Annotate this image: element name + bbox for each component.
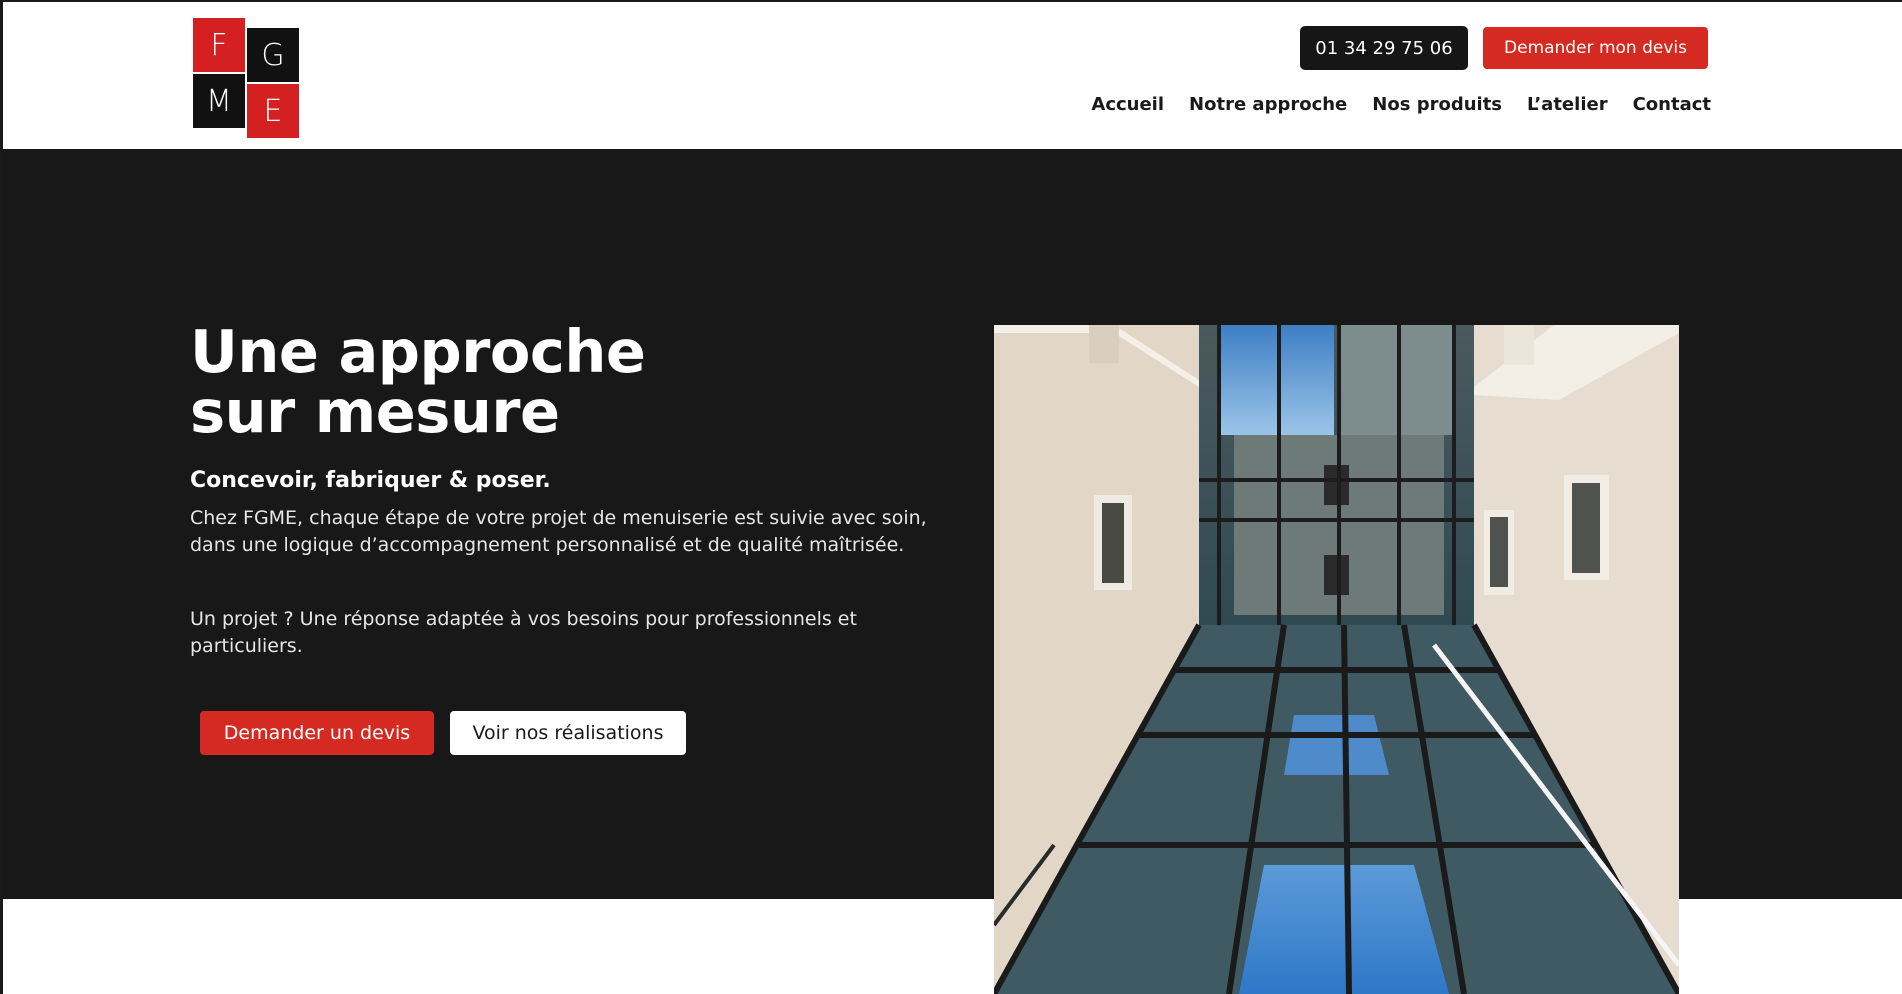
logo-letter-m: M: [193, 74, 245, 128]
request-quote-cta[interactable]: Demander un devis: [200, 711, 434, 755]
fgme-logo[interactable]: F G M E: [193, 18, 301, 138]
logo-letter-f: F: [193, 18, 245, 72]
hero-subtitle: Concevoir, fabriquer & poser.: [190, 468, 551, 493]
logo-letter-e: E: [247, 84, 299, 138]
courtyard-illustration: [994, 325, 1679, 994]
view-projects-cta[interactable]: Voir nos réalisations: [450, 711, 686, 755]
nav-item-atelier[interactable]: L’atelier: [1527, 94, 1608, 115]
nav-item-contact[interactable]: Contact: [1633, 94, 1711, 115]
hero-paragraph-1: Chez FGME, chaque étape de votre projet …: [190, 507, 927, 556]
courtyard-glass-roof-photo: [994, 325, 1679, 994]
logo-letter-g: G: [247, 28, 299, 82]
hero-title: Une approche sur mesure: [190, 322, 890, 442]
hero-title-line-1: Une approche: [190, 317, 646, 386]
nav-item-notre-approche[interactable]: Notre approche: [1189, 94, 1347, 115]
hero-paragraph-2: Un projet ? Une réponse adaptée à vos be…: [190, 608, 857, 657]
request-quote-button[interactable]: Demander mon devis: [1483, 27, 1708, 69]
nav-item-accueil[interactable]: Accueil: [1091, 94, 1164, 115]
nav-item-nos-produits[interactable]: Nos produits: [1372, 94, 1502, 115]
phone-button[interactable]: 01 34 29 75 06: [1300, 26, 1468, 70]
main-nav: Accueil Notre approche Nos produits L’at…: [1066, 94, 1711, 115]
site-header: F G M E 01 34 29 75 06 Demander mon devi…: [3, 2, 1902, 149]
hero-title-line-2: sur mesure: [190, 377, 560, 446]
